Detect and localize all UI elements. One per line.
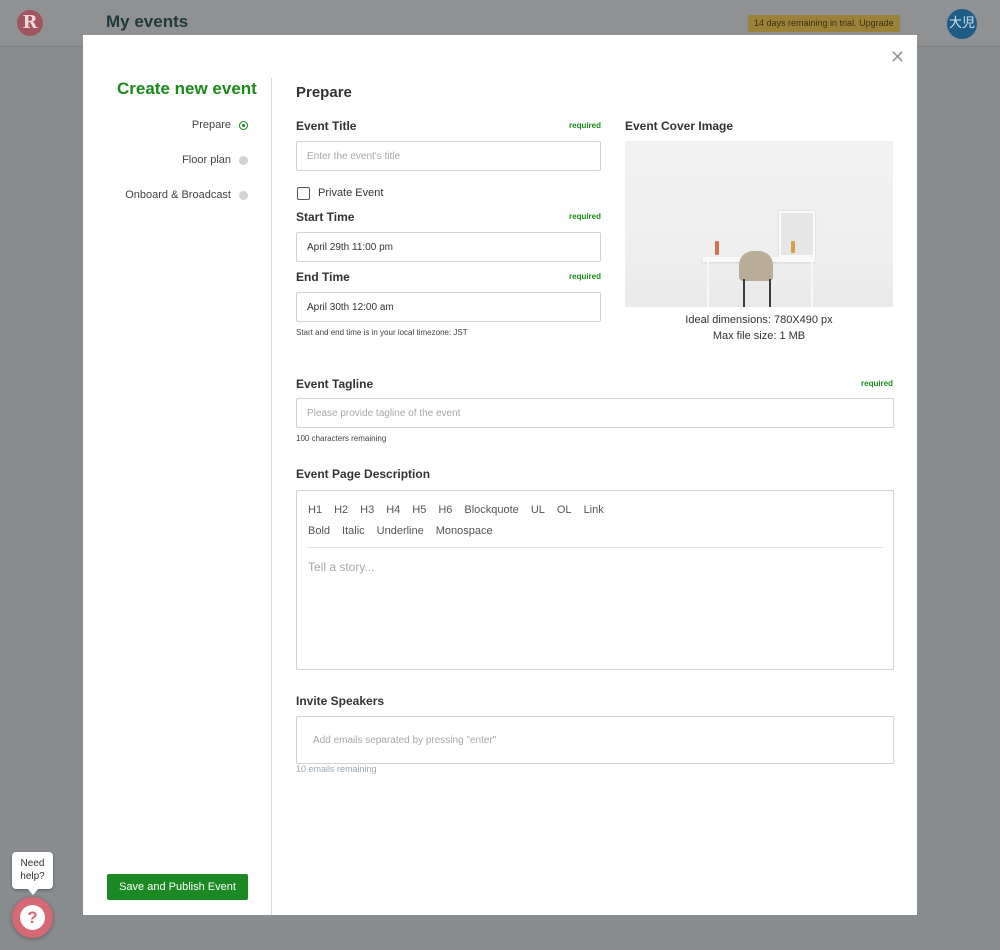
toolbar-ol-button[interactable]: OL [557,504,572,516]
cover-max-size: Max file size: 1 MB [712,330,806,342]
question-icon: ? [20,905,45,930]
step-floor-plan-dot-icon [239,156,248,165]
tagline-required: required [861,379,894,388]
speakers-remaining: 10 emails remaining [296,764,377,774]
app-logo[interactable]: R [17,10,43,36]
cover-desk-leg [707,262,709,307]
toolbar-monospace-button[interactable]: Monospace [436,525,493,537]
toolbar-italic-button[interactable]: Italic [342,525,365,537]
editor-placeholder[interactable]: Tell a story... [308,560,374,574]
step-prepare[interactable]: Prepare [192,119,231,131]
close-icon[interactable]: ✕ [890,47,905,68]
cover-image[interactable] [625,141,893,307]
start-time-label: Start Time [296,210,355,224]
editor-toolbar-row1: H1 H2 H3 H4 H5 H6 Blockquote UL OL Link [308,504,604,516]
toolbar-h2-button[interactable]: H2 [334,504,348,516]
editor-toolbar-row2: Bold Italic Underline Monospace [308,525,493,537]
help-text-line2: help? [20,871,45,882]
description-label: Event Page Description [296,467,431,481]
tagline-label: Event Tagline [296,377,374,391]
toolbar-h3-button[interactable]: H3 [360,504,374,516]
toolbar-link-button[interactable]: Link [584,504,604,516]
end-time-required: required [569,272,602,281]
help-text-line1: Need [20,858,45,869]
avatar[interactable]: 大児 [947,9,977,39]
step-onboard-dot-icon [239,191,248,200]
toolbar-blockquote-button[interactable]: Blockquote [464,504,518,516]
event-title-input[interactable]: Enter the event's title [296,141,601,171]
start-time-required: required [569,212,602,221]
cover-chair-leg [769,279,771,307]
timezone-hint: Start and end time is in your local time… [296,328,468,337]
toolbar-underline-button[interactable]: Underline [377,525,424,537]
page-title: My events [106,12,189,31]
tagline-input[interactable]: Please provide tagline of the event [296,398,894,428]
toolbar-ul-button[interactable]: UL [531,504,545,516]
step-onboard-broadcast[interactable]: Onboard & Broadcast [125,189,231,201]
cover-chair-leg [743,279,745,307]
help-tooltip: Need help? [12,852,53,895]
toolbar-h4-button[interactable]: H4 [386,504,400,516]
description-editor[interactable]: H1 H2 H3 H4 H5 H6 Blockquote UL OL Link … [296,490,894,670]
toolbar-h6-button[interactable]: H6 [438,504,452,516]
create-event-modal: ✕ Create new event Prepare Floor plan On… [83,35,917,915]
cover-image-label: Event Cover Image [625,119,734,133]
private-event-label[interactable]: Private Event [318,187,383,199]
editor-divider [307,547,883,548]
trial-text: 14 days remaining in trial. [754,18,857,28]
tagline-remaining: 100 characters remaining [296,434,387,443]
toolbar-bold-button[interactable]: Bold [308,525,330,537]
cover-dimensions: Ideal dimensions: 780X490 px [685,314,833,326]
modal-title: Create new event [117,79,257,98]
cover-image-info: Ideal dimensions: 780X490 px Max file si… [625,312,893,344]
step-floor-plan[interactable]: Floor plan [182,154,231,166]
cover-desk-leg [811,262,813,307]
end-time-label: End Time [296,270,350,284]
speakers-label: Invite Speakers [296,694,385,708]
end-time-input[interactable]: April 30th 12:00 am [296,292,601,322]
event-title-label: Event Title [296,119,357,133]
speakers-email-input[interactable]: Add emails separated by pressing "enter" [296,716,894,764]
save-publish-button[interactable]: Save and Publish Event [107,874,248,900]
help-button[interactable]: ? [12,897,53,938]
event-title-required: required [569,121,602,130]
step-prepare-radio-icon [239,121,248,130]
section-title: Prepare [296,84,352,101]
toolbar-h5-button[interactable]: H5 [412,504,426,516]
toolbar-h1-button[interactable]: H1 [308,504,322,516]
cover-chair-shape [739,251,773,281]
cover-vase2-shape [791,241,795,253]
start-time-input[interactable]: April 29th 11:00 pm [296,232,601,262]
cover-frame-shape [779,211,815,257]
trial-banner: 14 days remaining in trial. Upgrade [748,15,900,32]
upgrade-link[interactable]: Upgrade [859,18,894,28]
cover-vase-shape [715,241,719,255]
modal-divider [271,78,272,915]
private-event-checkbox[interactable] [297,187,310,200]
